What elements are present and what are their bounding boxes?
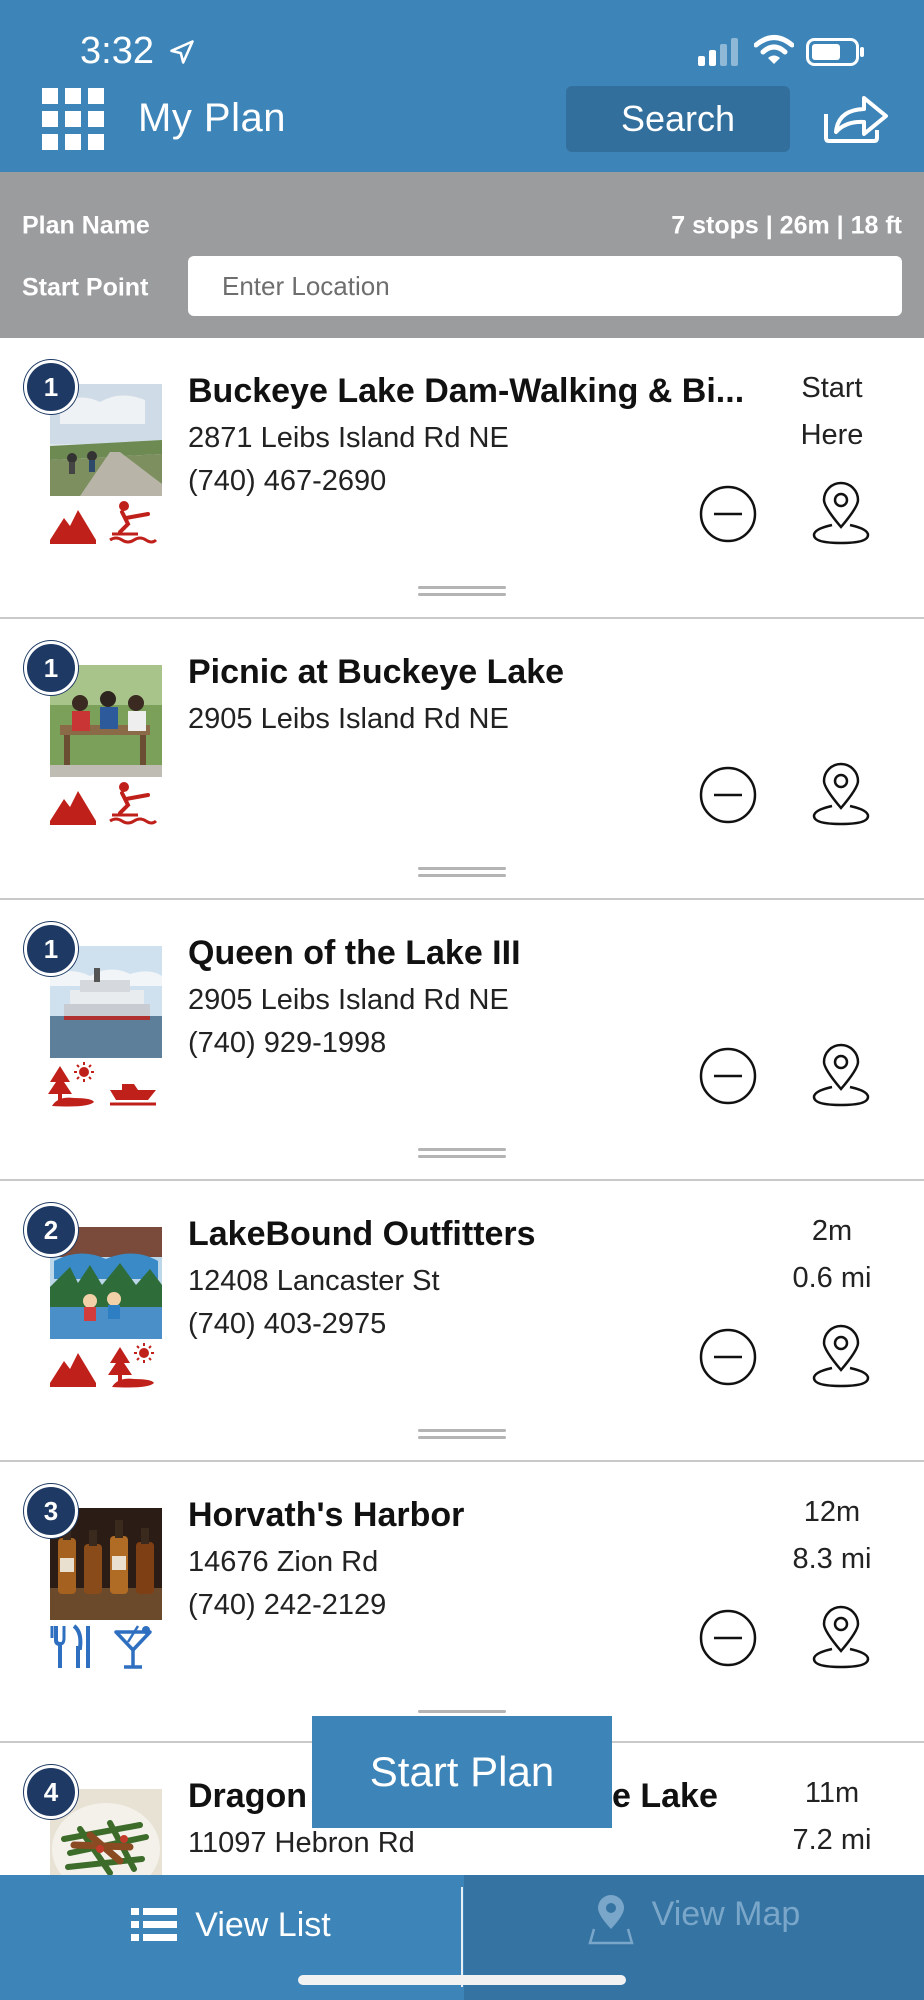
home-indicator [298,1975,626,1985]
stop-title[interactable]: Horvath's Harbor [188,1496,464,1535]
start-plan-button[interactable]: Start Plan [312,1716,612,1828]
dining-icon [50,1624,90,1668]
app-header: 3:32 My Plan Search [0,0,924,172]
page-title: My Plan [138,96,286,140]
stop-title-tail[interactable]: e Lake [612,1777,718,1816]
start-point-label: Start Point [22,273,149,302]
stop-address: 14676 Zion Rd [188,1546,379,1578]
share-icon[interactable] [822,92,890,144]
drag-handle[interactable] [418,1429,506,1441]
plan-name-label[interactable]: Plan Name [22,212,150,241]
mountain-icon [50,1353,96,1387]
stop-address: 2871 Leibs Island Rd NE [188,422,509,454]
stop-title[interactable]: Picnic at Buckeye Lake [188,653,564,692]
location-arrow-icon [170,40,194,64]
map-pin-icon[interactable] [810,1605,872,1669]
tab-view-map-label: View Map [651,1895,801,1933]
stop-address: 12408 Lancaster St [188,1265,440,1297]
stop-time: 11m [804,1777,860,1809]
plan-stats: 7 stops | 26m | 18 ft [671,211,902,240]
waterski-icon [109,501,158,544]
category-icons [48,500,158,550]
stop-address: 2905 Leibs Island Rd NE [188,984,509,1016]
tree-sun-icon [108,1343,154,1388]
drag-handle[interactable] [418,586,506,598]
category-icons [48,781,158,831]
remove-stop-button[interactable] [698,1046,758,1106]
tab-divider [461,1887,463,1987]
category-icons [48,1062,158,1112]
map-pin-icon [587,1895,634,1945]
stop-phone[interactable]: (740) 467-2690 [188,465,386,498]
stop-phone[interactable]: (740) 929-1998 [188,1027,386,1060]
apps-grid-icon[interactable] [42,88,104,150]
list-item[interactable]: 1 Picnic at Buckeye Lake 2905 Leibs Isla… [0,619,924,900]
category-icons [48,1343,158,1393]
list-item[interactable]: 1 Queen of the Lake III 2905 Leibs Islan… [0,900,924,1181]
remove-stop-button[interactable] [698,1327,758,1387]
stop-number-badge: 1 [24,360,78,414]
tab-view-list[interactable]: View List [0,1875,462,1975]
waterski-icon [109,782,158,825]
stop-phone[interactable]: (740) 242-2129 [188,1589,386,1622]
stop-number-badge: 1 [24,922,78,976]
map-pin-icon[interactable] [810,1043,872,1107]
stop-phone[interactable]: (740) 403-2975 [188,1308,386,1341]
category-icons [48,1624,158,1674]
stop-time: 2m [811,1215,853,1247]
search-button[interactable]: Search [566,86,790,152]
wifi-icon [754,35,794,64]
stop-number-badge: 1 [24,641,78,695]
tree-sun-icon [48,1062,94,1107]
stop-distance: 8.3 mi [792,1543,872,1575]
tab-view-list-label: View List [195,1905,331,1944]
stop-address: 11097 Hebron Rd [188,1827,415,1859]
start-location-input[interactable] [188,256,902,316]
stop-title[interactable]: Buckeye Lake Dam-Walking & Bi... [188,372,744,411]
status-time: 3:32 [80,30,154,72]
stop-time: 12m [803,1496,861,1528]
stop-distance: Here [800,419,864,451]
list-item[interactable]: 2 LakeBound Outfitters 12408 Lancaster S… [0,1181,924,1462]
stop-number-badge: 4 [24,1765,78,1819]
stop-number-badge: 3 [24,1484,78,1538]
plan-summary-bar: Plan Name 7 stops | 26m | 18 ft Start Po… [0,172,924,338]
remove-stop-button[interactable] [698,1608,758,1668]
remove-stop-button[interactable] [698,484,758,544]
cocktail-icon [114,1625,152,1669]
stop-address: 2905 Leibs Island Rd NE [188,703,509,735]
cellular-signal-icon [698,38,738,66]
boat-icon [110,1084,156,1106]
map-pin-icon[interactable] [810,481,872,545]
stop-distance: 7.2 mi [792,1824,872,1856]
bottom-tab-bar: View List View Map [0,1875,924,2000]
mountain-icon [50,791,96,825]
map-pin-icon[interactable] [810,762,872,826]
stop-title[interactable]: Queen of the Lake III [188,934,521,973]
stop-distance: 0.6 mi [792,1262,872,1294]
list-item[interactable]: 3 Horvath's Harbor 14676 Zion Rd (740) 2… [0,1462,924,1743]
stop-title[interactable]: LakeBound Outfitters [188,1215,536,1254]
stop-time: Start [801,372,863,404]
stop-title[interactable]: Dragon [188,1777,307,1816]
drag-handle[interactable] [418,867,506,879]
stop-number-badge: 2 [24,1203,78,1257]
list-icon [131,1908,178,1941]
mountain-icon [50,510,96,544]
list-item[interactable]: 1 Buckeye Lake Dam-Walking & Bi... 2871 … [0,338,924,619]
battery-icon [806,38,864,66]
map-pin-icon[interactable] [810,1324,872,1388]
status-bar: 3:32 [0,0,924,100]
drag-handle[interactable] [418,1148,506,1160]
remove-stop-button[interactable] [698,765,758,825]
